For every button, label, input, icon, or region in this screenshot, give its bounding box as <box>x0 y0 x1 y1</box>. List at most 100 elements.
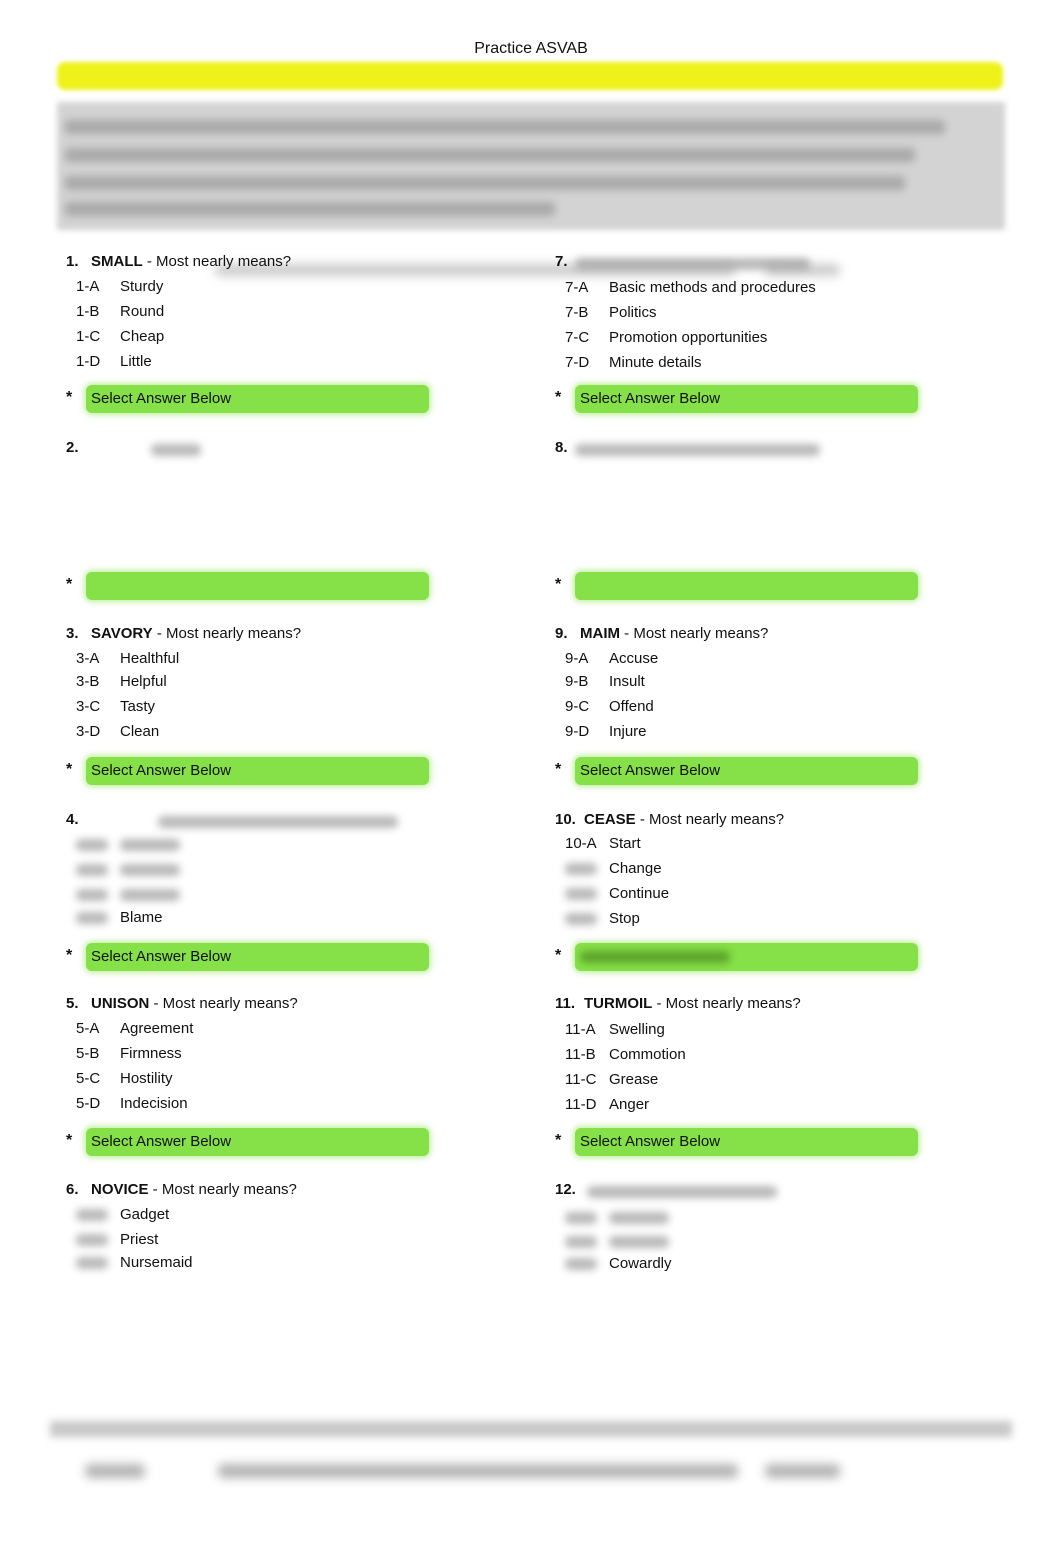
option-label: 9-A <box>565 650 589 667</box>
question-number: 9. <box>555 625 568 642</box>
redacted-answer <box>580 951 730 964</box>
option-text: Commotion <box>609 1046 686 1063</box>
answer-option: 7-D Minute details <box>565 354 702 371</box>
option-label: 11-C <box>565 1071 597 1088</box>
option-label: 3-A <box>76 650 100 667</box>
answer-dropdown[interactable] <box>575 943 918 971</box>
option-text: Injure <box>609 723 647 740</box>
answer-option <box>76 886 180 903</box>
answer-dropdown-value: Select Answer Below <box>91 1133 232 1150</box>
answer-dropdown[interactable] <box>575 572 918 600</box>
answer-dropdown[interactable]: Select Answer Below <box>575 385 918 413</box>
option-label: 11-B <box>565 1046 596 1063</box>
question-number: 10. <box>555 811 576 828</box>
question-header: 7. <box>555 253 810 270</box>
option-text: Nursemaid <box>120 1254 193 1271</box>
option-text <box>120 861 180 878</box>
answer-dropdown[interactable]: Select Answer Below <box>86 1128 429 1156</box>
option-label: 1-A <box>76 278 100 295</box>
answer-option <box>76 861 180 878</box>
question-number: 12. <box>555 1181 576 1198</box>
option-text: Little <box>120 353 152 370</box>
option-label: 5-D <box>76 1095 101 1112</box>
question-word: SMALL <box>91 253 143 270</box>
option-text: Blame <box>120 909 163 926</box>
answer-dropdown-value: Select Answer Below <box>91 762 232 779</box>
answer-option <box>565 1209 669 1226</box>
answer-option: Change <box>565 860 662 877</box>
answer-option: 10-A Start <box>565 835 641 852</box>
option-text: Promotion opportunities <box>609 329 768 346</box>
option-text <box>120 886 180 903</box>
option-text: Swelling <box>609 1021 665 1038</box>
answer-option: 5-B Firmness <box>76 1045 182 1062</box>
redacted-line <box>65 148 915 162</box>
question-header: 10. CEASE - Most nearly means? <box>555 811 784 828</box>
redacted-label <box>565 863 597 876</box>
answer-dropdown[interactable]: Select Answer Below <box>86 757 429 785</box>
question-word: MAIM <box>580 625 620 642</box>
option-text: Continue <box>609 885 670 902</box>
redacted-question-text <box>151 444 201 456</box>
question-prompt: - Most nearly means? <box>142 253 292 270</box>
instructions-box-redacted <box>57 102 1005 230</box>
option-label <box>565 860 609 877</box>
answer-option: 5-A Agreement <box>76 1020 193 1037</box>
question-header: 2. <box>66 439 201 456</box>
option-label: 9-C <box>565 698 590 715</box>
redacted-option-text <box>120 889 180 902</box>
redacted-option-text <box>120 839 180 852</box>
option-text <box>609 1209 669 1226</box>
redacted-label <box>76 864 108 877</box>
option-text: Firmness <box>120 1045 182 1062</box>
answer-option: Nursemaid <box>76 1254 193 1271</box>
answer-row: * Select Answer Below <box>66 943 496 971</box>
option-text: Clean <box>120 723 160 740</box>
redacted-footer <box>218 1464 738 1478</box>
question-prompt: - Most nearly means? <box>148 1181 297 1198</box>
redacted-question-text <box>575 258 810 270</box>
option-label: 11-D <box>565 1096 597 1113</box>
option-label: 1-D <box>76 353 101 370</box>
answer-dropdown-value: Select Answer Below <box>580 390 721 407</box>
option-text: Hostility <box>120 1070 173 1087</box>
answer-option: 1-D Little <box>76 353 152 370</box>
redacted-label <box>76 839 108 852</box>
question-header: 4. <box>66 811 398 828</box>
option-text: Basic methods and procedures <box>609 279 816 296</box>
answer-dropdown-value: Select Answer Below <box>91 390 232 407</box>
question-number: 4. <box>66 811 79 828</box>
option-text: Agreement <box>120 1020 194 1037</box>
redacted-line <box>65 176 905 190</box>
answer-row: * Select Answer Below <box>555 385 985 413</box>
answer-row: * Select Answer Below <box>66 385 496 413</box>
answer-option: 9-B Insult <box>565 673 645 690</box>
answer-dropdown[interactable]: Select Answer Below <box>575 757 918 785</box>
question-header: 6. NOVICE - Most nearly means? <box>66 1181 297 1198</box>
question-word: CEASE <box>584 811 636 828</box>
answer-row: * Select Answer Below <box>66 1128 496 1156</box>
option-text: Healthful <box>120 650 180 667</box>
answer-dropdown[interactable] <box>86 572 429 600</box>
option-text <box>609 1233 669 1250</box>
option-label: 11-A <box>565 1021 596 1038</box>
option-text: Round <box>120 303 165 320</box>
required-asterisk: * <box>555 947 562 964</box>
question-number: 1. <box>66 253 79 270</box>
redacted-label <box>565 913 597 926</box>
redacted-footer <box>765 1464 840 1478</box>
question-header: 8. <box>555 439 820 456</box>
required-asterisk: * <box>66 576 73 593</box>
option-text: Offend <box>609 698 654 715</box>
answer-option: 5-D Indecision <box>76 1095 188 1112</box>
question-number: 11. <box>555 995 576 1012</box>
answer-option: 11-D Anger <box>565 1096 649 1113</box>
footer-divider <box>50 1421 1012 1437</box>
answer-dropdown[interactable]: Select Answer Below <box>86 943 429 971</box>
header-highlight-bar <box>57 62 1003 90</box>
answer-dropdown[interactable]: Select Answer Below <box>86 385 429 413</box>
option-text: Anger <box>609 1096 650 1113</box>
answer-dropdown[interactable]: Select Answer Below <box>575 1128 918 1156</box>
answer-row: * <box>555 572 985 600</box>
option-label: 3-C <box>76 698 101 715</box>
